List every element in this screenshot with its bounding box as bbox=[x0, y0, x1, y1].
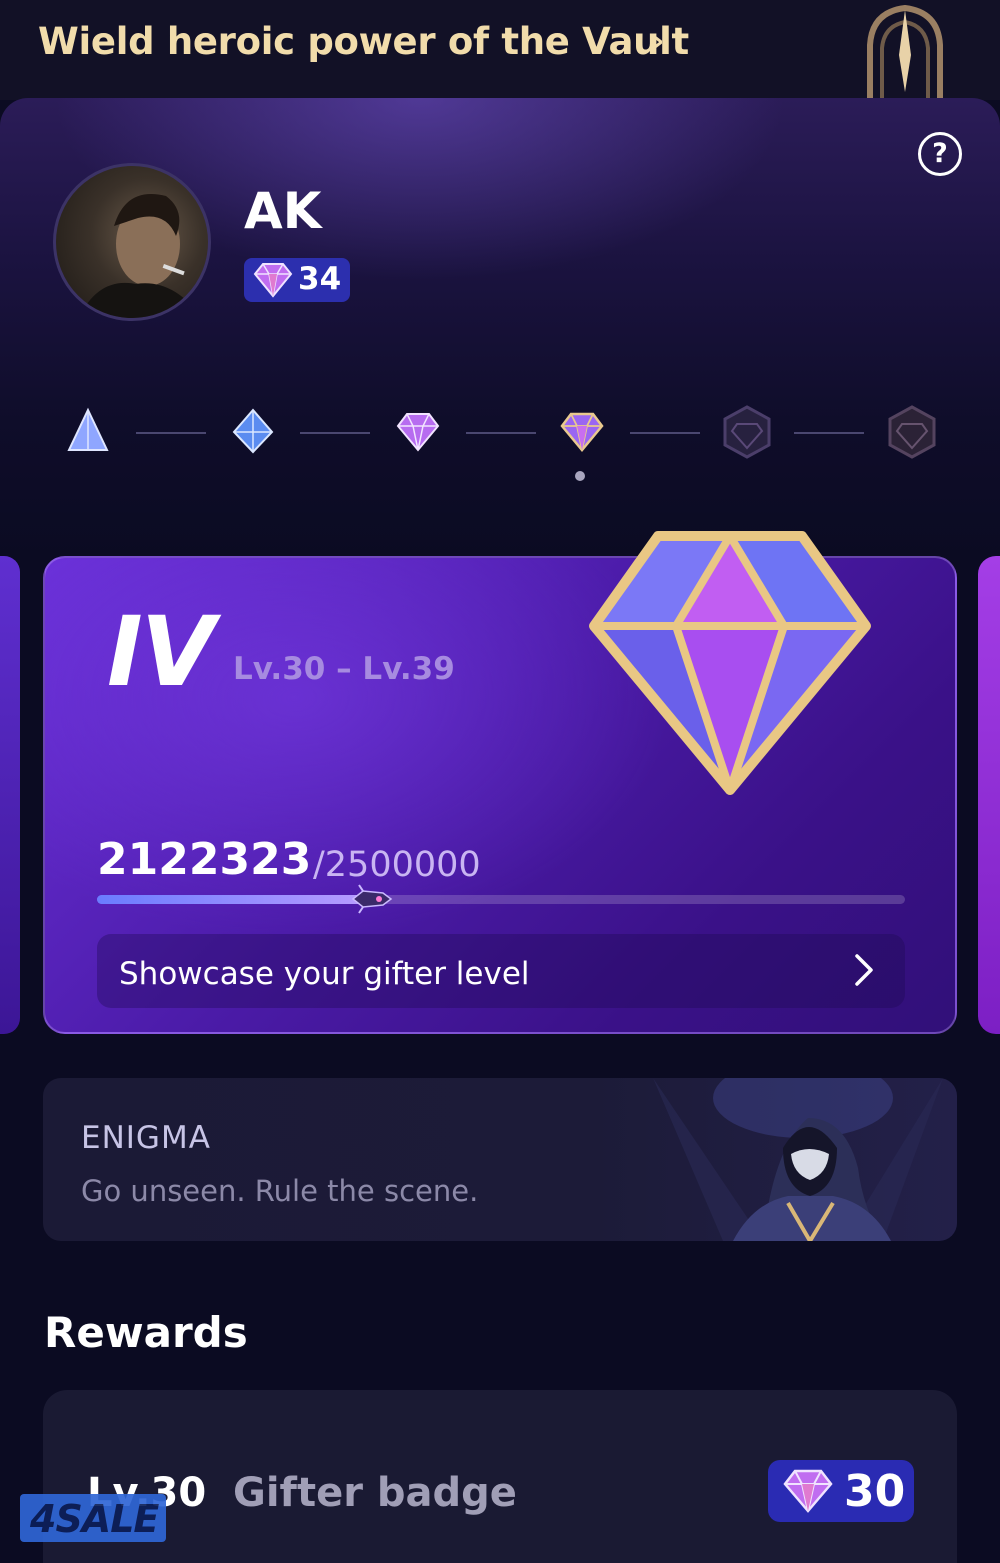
tier-connector bbox=[136, 432, 206, 434]
user-name: AK bbox=[244, 182, 322, 240]
previous-tier-card[interactable] bbox=[0, 556, 20, 1034]
progress-bar bbox=[97, 884, 905, 914]
avatar-portrait bbox=[78, 194, 202, 318]
level-badge: 34 bbox=[244, 258, 350, 302]
progress-fill bbox=[97, 895, 371, 904]
rewards-heading: Rewards bbox=[44, 1308, 248, 1357]
watermark-logo: 4SALE bbox=[20, 1494, 166, 1542]
gem-icon bbox=[253, 263, 293, 298]
tier-4-large-gem-icon bbox=[589, 531, 871, 795]
tier-track bbox=[0, 400, 1000, 490]
reward-item[interactable]: Lv.30 Gifter badge 30 bbox=[43, 1390, 957, 1563]
chevron-right-icon bbox=[855, 954, 873, 986]
progress-current: 2122323 bbox=[97, 834, 312, 885]
progress-total: /2500000 bbox=[313, 845, 481, 885]
gem-icon bbox=[783, 1469, 833, 1513]
tier-2-diamond-icon[interactable] bbox=[230, 406, 276, 456]
enigma-card[interactable]: ENIGMA Go unseen. Rule the scene. bbox=[43, 1078, 957, 1241]
tier-3-gem-icon[interactable] bbox=[395, 406, 441, 456]
showcase-button[interactable]: Showcase your gifter level bbox=[97, 934, 905, 1008]
showcase-label: Showcase your gifter level bbox=[119, 956, 530, 992]
tier-connector bbox=[300, 432, 370, 434]
tier-1-pyramid-icon[interactable] bbox=[66, 406, 110, 456]
reward-badge-number: 30 bbox=[844, 1466, 906, 1517]
question-circle-icon[interactable]: ? bbox=[918, 132, 962, 176]
tier-level-range: Lv.30 – Lv.39 bbox=[233, 651, 455, 687]
hooded-figure-icon bbox=[653, 1078, 943, 1241]
tier-connector bbox=[794, 432, 864, 434]
tier-5-locked-icon[interactable] bbox=[720, 404, 774, 460]
spaceship-icon bbox=[351, 884, 393, 914]
tier-4-gem-icon[interactable] bbox=[559, 406, 605, 456]
watermark-text: 4SALE bbox=[30, 1497, 159, 1541]
tier-roman-numeral: IV bbox=[107, 596, 215, 708]
avatar[interactable] bbox=[53, 163, 211, 321]
reward-name: Gifter badge bbox=[233, 1470, 517, 1516]
tier-6-locked-icon[interactable] bbox=[885, 404, 939, 460]
enigma-title: ENIGMA bbox=[81, 1120, 211, 1156]
enigma-subtitle: Go unseen. Rule the scene. bbox=[81, 1174, 479, 1208]
next-tier-card[interactable] bbox=[978, 556, 1000, 1034]
chevron-right-icon: › bbox=[652, 24, 665, 59]
tier-connector bbox=[630, 432, 700, 434]
tier-connector bbox=[466, 432, 536, 434]
trident-icon bbox=[867, 4, 943, 100]
reward-level-badge: 30 bbox=[768, 1460, 914, 1522]
banner-title[interactable]: Wield heroic power of the Vault bbox=[38, 20, 689, 63]
current-tier-indicator bbox=[575, 471, 585, 481]
level-number: 34 bbox=[298, 261, 342, 297]
top-banner[interactable]: Wield heroic power of the Vault › bbox=[0, 0, 1000, 100]
